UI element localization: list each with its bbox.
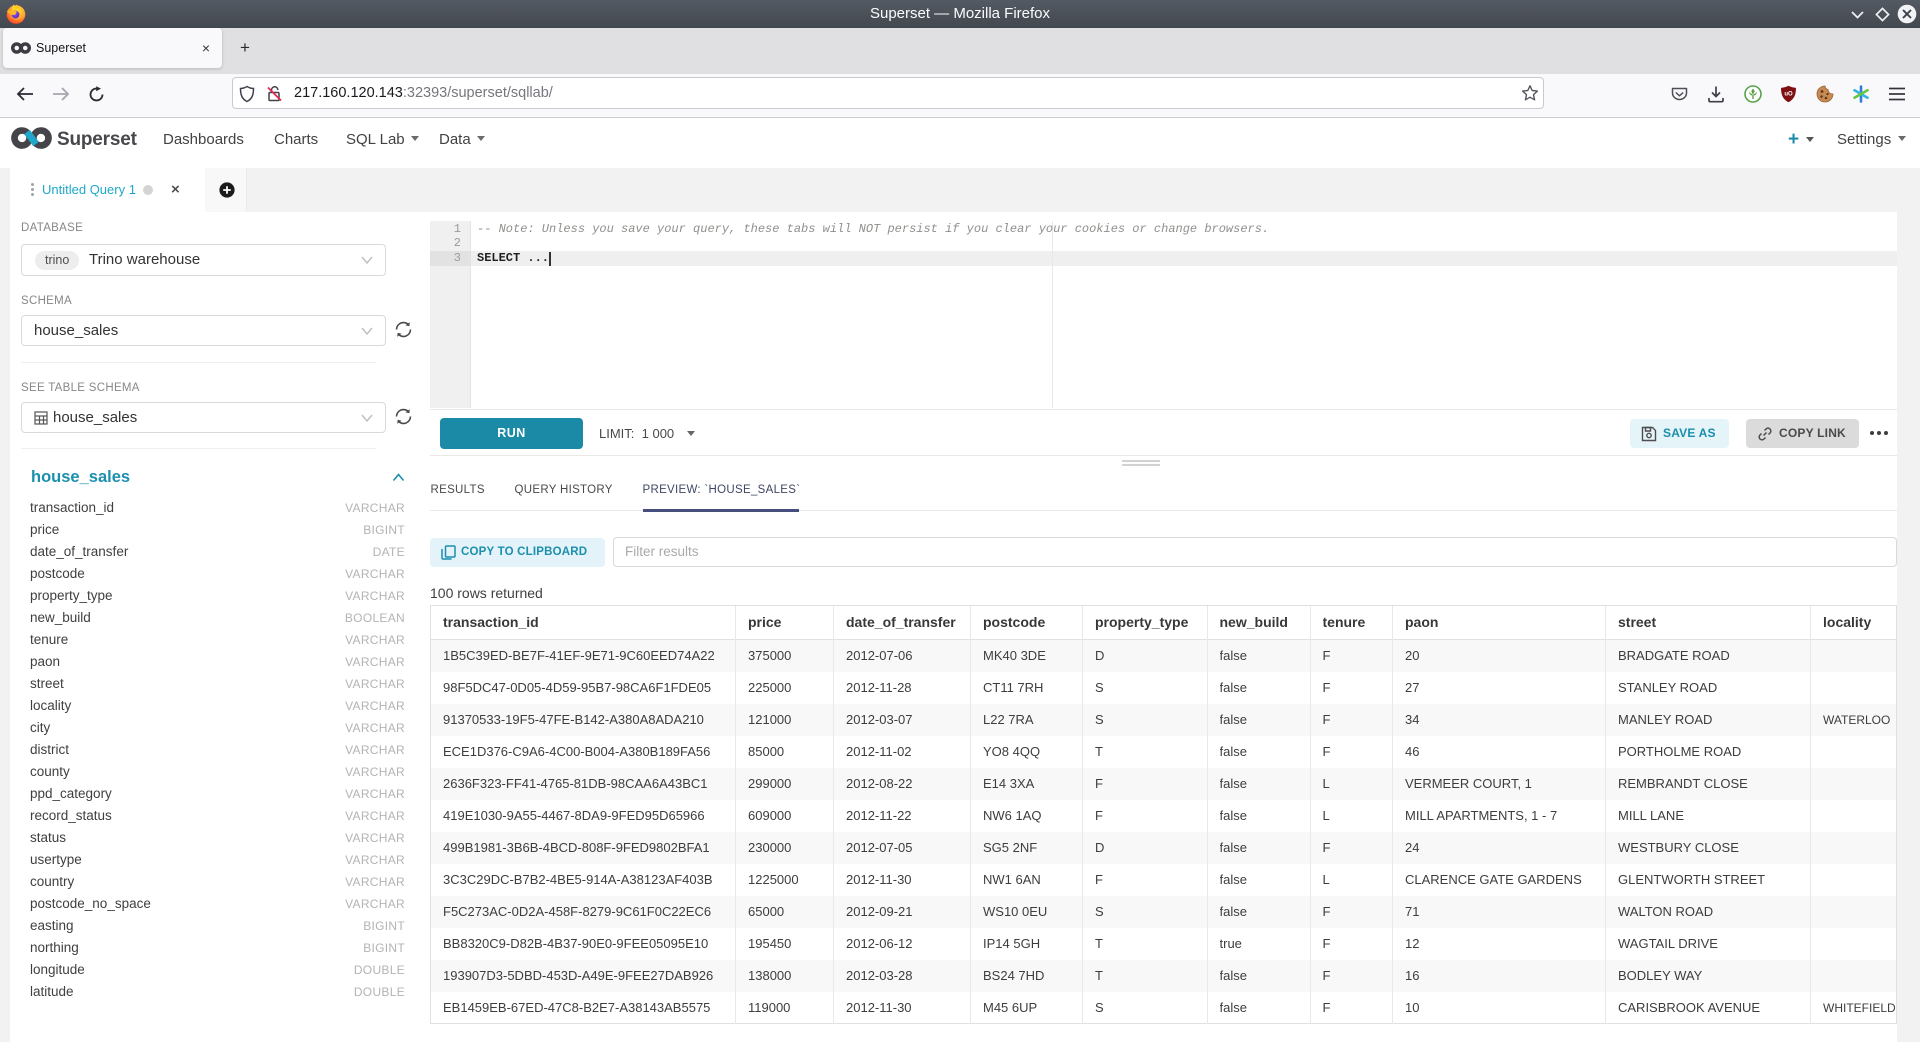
svg-text:uO: uO [1784, 92, 1793, 98]
